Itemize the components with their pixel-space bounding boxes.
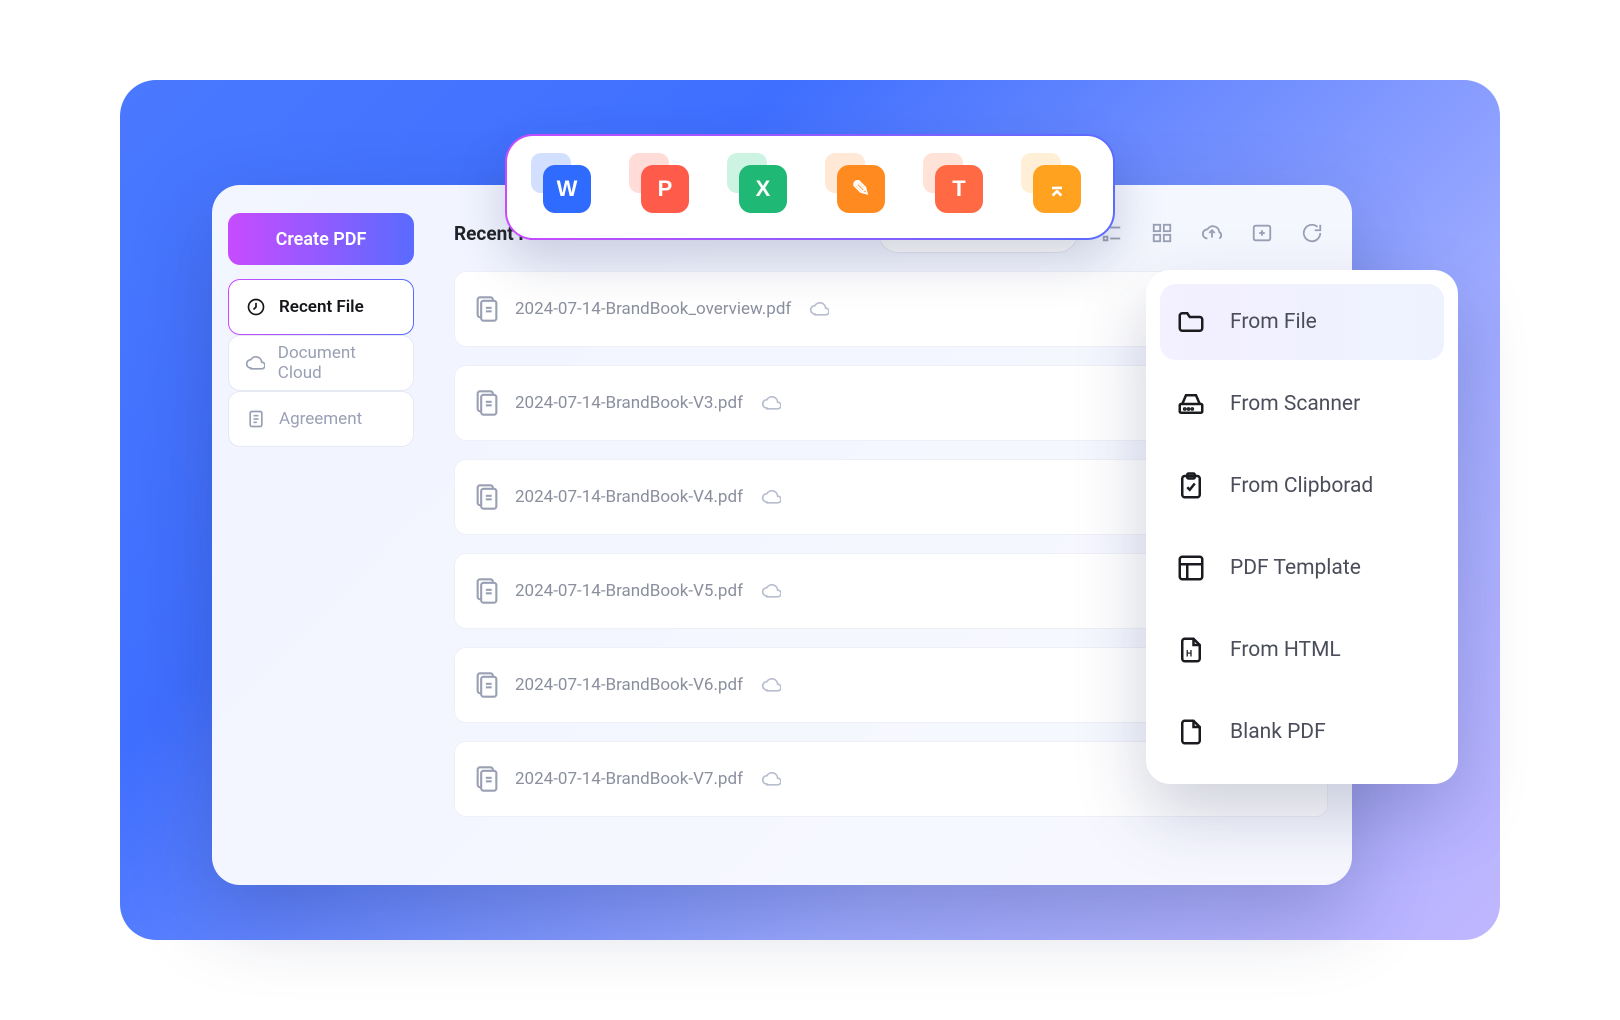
format-tile-w[interactable]: W — [535, 157, 595, 217]
grid-view-button[interactable] — [1146, 217, 1178, 249]
cloud-icon — [245, 352, 266, 374]
format-bar: WPX ✎ T ⌅ — [505, 134, 1115, 240]
sidebar: Create PDF Recent File Document Cloud Agre… — [212, 185, 430, 885]
cloud-icon — [761, 393, 781, 413]
menu-item-from-clipborad[interactable]: From Clipborad — [1160, 448, 1444, 524]
menu-item-label: From HTML — [1230, 638, 1341, 662]
menu-item-label: From Clipborad — [1230, 474, 1373, 498]
file-name: 2024-07-14-BrandBook-V6.pdf — [515, 675, 743, 695]
format-tile-x[interactable]: X — [731, 157, 791, 217]
format-tile-p[interactable]: P — [633, 157, 693, 217]
template-icon — [1174, 551, 1208, 585]
file-icon — [473, 577, 501, 605]
create-pdf-menu: From File From Scanner From Clipborad PDF T… — [1146, 270, 1458, 784]
sidebar-item-label: Document Cloud — [278, 343, 397, 383]
menu-item-from-file[interactable]: From File — [1160, 284, 1444, 360]
sidebar-item-recent-file[interactable]: Recent File — [228, 279, 414, 335]
file-name: 2024-07-14-BrandBook_overview.pdf — [515, 299, 791, 319]
format-tile-✎[interactable]: ✎ — [829, 157, 889, 217]
cloud-icon — [761, 487, 781, 507]
new-folder-button[interactable] — [1246, 217, 1278, 249]
menu-item-label: Blank PDF — [1230, 720, 1326, 744]
menu-item-label: From File — [1230, 310, 1317, 334]
menu-item-label: From Scanner — [1230, 392, 1360, 416]
clock-icon — [245, 296, 267, 318]
folder-icon — [1174, 305, 1208, 339]
clipboard-icon — [1174, 469, 1208, 503]
refresh-button[interactable] — [1296, 217, 1328, 249]
file-icon — [473, 765, 501, 793]
file-name: 2024-07-14-BrandBook-V3.pdf — [515, 393, 743, 413]
file-icon — [473, 671, 501, 699]
file-icon — [473, 389, 501, 417]
html-icon: H — [1174, 633, 1208, 667]
upload-button[interactable] — [1196, 217, 1228, 249]
file-icon — [473, 483, 501, 511]
svg-text:H: H — [1186, 649, 1192, 659]
cloud-icon — [809, 299, 829, 319]
cloud-icon — [761, 769, 781, 789]
menu-item-from-scanner[interactable]: From Scanner — [1160, 366, 1444, 442]
format-tile-t[interactable]: T — [927, 157, 987, 217]
cloud-icon — [761, 581, 781, 601]
file-name: 2024-07-14-BrandBook-V4.pdf — [515, 487, 743, 507]
sidebar-item-label: Recent File — [279, 297, 364, 317]
file-name: 2024-07-14-BrandBook-V7.pdf — [515, 769, 743, 789]
blank-icon — [1174, 715, 1208, 749]
sidebar-item-document-cloud[interactable]: Document Cloud — [228, 335, 414, 391]
doc-icon — [245, 408, 267, 430]
scanner-icon — [1174, 387, 1208, 421]
create-pdf-button[interactable]: Create PDF — [228, 213, 414, 265]
menu-item-label: PDF Template — [1230, 556, 1361, 580]
menu-item-from-html[interactable]: H From HTML — [1160, 612, 1444, 688]
menu-item-pdf-template[interactable]: PDF Template — [1160, 530, 1444, 606]
file-icon — [473, 295, 501, 323]
menu-item-blank-pdf[interactable]: Blank PDF — [1160, 694, 1444, 770]
format-tile-⌅[interactable]: ⌅ — [1025, 157, 1085, 217]
sidebar-item-label: Agreement — [279, 409, 362, 429]
cloud-icon — [761, 675, 781, 695]
file-name: 2024-07-14-BrandBook-V5.pdf — [515, 581, 743, 601]
sidebar-item-agreement[interactable]: Agreement — [228, 391, 414, 447]
